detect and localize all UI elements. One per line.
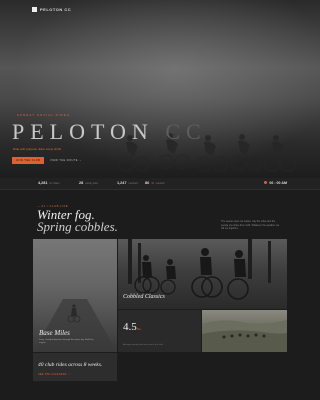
- cobbled-classics-title: Cobbled Classics: [123, 294, 165, 300]
- stat-value: 1,247: [117, 181, 127, 185]
- club-rides-card[interactable]: 40 club rides across 8 weeks. SEE THE CA…: [33, 353, 117, 381]
- metric-unit: hrs: [136, 327, 141, 331]
- stat-value: 28: [79, 181, 84, 185]
- site-logo[interactable]: PELOTON CC: [32, 7, 71, 12]
- logo-mark-icon: [32, 7, 37, 12]
- stat-item: 86 % retention: [145, 181, 165, 185]
- live-time: 06 : 00 AM: [264, 181, 287, 185]
- metric-label: Average weekly ride time across the club: [123, 344, 163, 346]
- join-club-button[interactable]: JOIN THE CLUB: [12, 157, 44, 164]
- stats-bar: 4,281 km ridden 28 weekly rides 1,247 me…: [0, 178, 320, 190]
- metric-number: 4.5: [123, 321, 137, 333]
- headline-line-2: Spring cobbles.: [37, 219, 118, 234]
- countryside-peloton-image: [202, 320, 287, 352]
- stat-value: 86: [145, 181, 150, 185]
- live-dot-icon: [264, 181, 268, 184]
- hero-tagline: Ride with purpose. Earn every climb.: [13, 147, 62, 151]
- cobbled-classics-card[interactable]: Cobbled Classics: [118, 239, 287, 309]
- brand-main: PELOTON: [12, 119, 154, 144]
- metric-card: 4.5hrs Average weekly ride time across t…: [118, 310, 201, 352]
- stat-label: members: [128, 183, 139, 185]
- club-rides-title: 40 club rides across 8 weeks.: [38, 362, 103, 368]
- metric-value: 4.5hrs: [123, 321, 141, 333]
- section-headline: Winter fog. Spring cobbles.: [37, 208, 118, 234]
- base-miles-card[interactable]: Base Miles Long, steady kilometres throu…: [33, 239, 117, 352]
- stat-delta: %: [151, 181, 154, 185]
- base-miles-title: Base Miles: [39, 329, 70, 337]
- landscape-card[interactable]: [202, 310, 287, 352]
- live-time-text: 06 : 00 AM: [269, 181, 287, 185]
- stat-item: 4,281 km ridden: [38, 181, 60, 185]
- stat-label: km ridden: [49, 183, 60, 185]
- section-blurb: The season does not matter, only the mil…: [221, 220, 280, 231]
- logo-text: PELOTON CC: [40, 7, 72, 12]
- stat-item: 1,247 members: [117, 181, 138, 185]
- brand-cc: CC: [165, 119, 207, 144]
- stat-value: 4,281: [38, 181, 48, 185]
- view-route-link[interactable]: VIEW THE ROUTE →: [50, 157, 82, 164]
- hero-kicker: · SUNDAY SOCIAL RIDES ·: [13, 113, 74, 117]
- stat-item: 28 weekly rides: [79, 181, 98, 185]
- see-calendar-link[interactable]: SEE THE CALENDAR →: [38, 373, 70, 376]
- stat-label: retention: [155, 183, 165, 185]
- base-miles-subtitle: Long, steady kilometres through the wint…: [39, 339, 94, 344]
- hero-banner: PELOTON CC · SUNDAY SOCIAL RIDES · PELOT…: [0, 0, 320, 178]
- hero-brand-title: PELOTON CC: [12, 119, 207, 145]
- stat-label: weekly rides: [85, 183, 98, 185]
